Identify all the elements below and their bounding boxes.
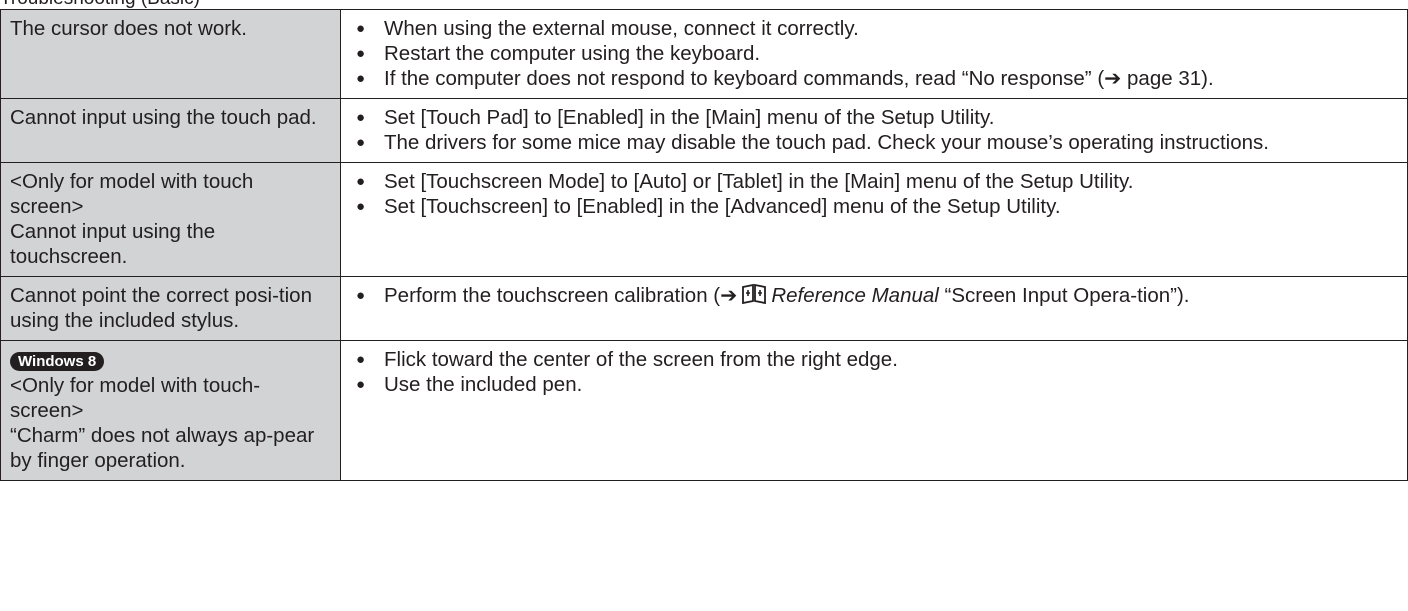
windows8-badge: Windows 8: [10, 352, 105, 371]
bullet-icon: ●: [356, 20, 366, 37]
solution-cell: ● When using the external mouse, connect …: [340, 9, 1408, 99]
problem-cell: Windows 8 <Only for model with touch-scr…: [0, 340, 341, 481]
bullet-icon: ●: [356, 198, 366, 215]
problem-text: Cannot input using the touch pad.: [10, 106, 317, 129]
table-row: Cannot input using the touch pad. ● Set […: [0, 98, 1408, 163]
bullet-icon: ●: [356, 376, 366, 393]
bullet-icon: ●: [356, 109, 366, 126]
bullet-icon: ●: [356, 70, 366, 87]
reference-manual-icon: [742, 283, 767, 305]
problem-cell: Cannot point the correct posi-tion using…: [0, 276, 341, 341]
solution-item: ● Restart the computer using the keyboard…: [356, 42, 761, 65]
table-row: The cursor does not work. ● When using th…: [0, 9, 1408, 99]
reference-manual-title: Reference Manual: [771, 284, 939, 307]
table-row: <Only for model with touch screen> Canno…: [0, 162, 1408, 277]
problem-cell: The cursor does not work.: [0, 9, 341, 99]
solution-cell: ● Perform the touchscreen calibration (➔ R…: [340, 276, 1408, 341]
table-row: Cannot point the correct posi-tion using…: [0, 276, 1408, 341]
problem-cell: Cannot input using the touch pad.: [0, 98, 341, 163]
bullet-icon: ●: [356, 287, 366, 304]
solution-item: ● Set [Touchscreen Mode] to [Auto] or [Ta…: [356, 170, 1134, 193]
solution-item: ● Flick toward the center of the screen f…: [356, 348, 898, 371]
solution-cell: ● Flick toward the center of the screen f…: [340, 340, 1408, 481]
problem-text: Cannot point the correct posi-tion using…: [10, 284, 312, 332]
bullet-icon: ●: [356, 45, 366, 62]
problem-cell: <Only for model with touch screen> Canno…: [0, 162, 341, 277]
solution-item: ● Set [Touch Pad] to [Enabled] in the [Ma…: [356, 106, 995, 129]
solution-item: ● The drivers for some mice may disable t…: [356, 131, 1269, 154]
table-row: Windows 8 <Only for model with touch-scr…: [0, 340, 1408, 481]
solution-item: ● Perform the touchscreen calibration (➔ R…: [356, 283, 1190, 307]
problem-note: <Only for model with touch screen>: [10, 170, 254, 218]
solution-cell: ● Set [Touchscreen Mode] to [Auto] or [Ta…: [340, 162, 1408, 277]
problem-text: Cannot input using the touchscreen.: [10, 220, 216, 268]
solution-item: ● If the computer does not respond to key…: [356, 67, 1214, 90]
solution-item: ● Use the included pen.: [356, 373, 583, 396]
bullet-icon: ●: [356, 351, 366, 368]
problem-note: <Only for model with touch-screen>: [10, 374, 261, 422]
problem-text: The cursor does not work.: [10, 17, 247, 40]
solution-item: ● Set [Touchscreen] to [Enabled] in the […: [356, 195, 1061, 218]
bullet-icon: ●: [356, 173, 366, 190]
bullet-icon: ●: [356, 134, 366, 151]
solution-item: ● When using the external mouse, connect …: [356, 17, 859, 40]
problem-text: “Charm” does not always ap-pear by finge…: [10, 424, 315, 472]
troubleshooting-table: The cursor does not work. ● When using th…: [0, 9, 1408, 481]
solution-cell: ● Set [Touch Pad] to [Enabled] in the [Ma…: [340, 98, 1408, 163]
